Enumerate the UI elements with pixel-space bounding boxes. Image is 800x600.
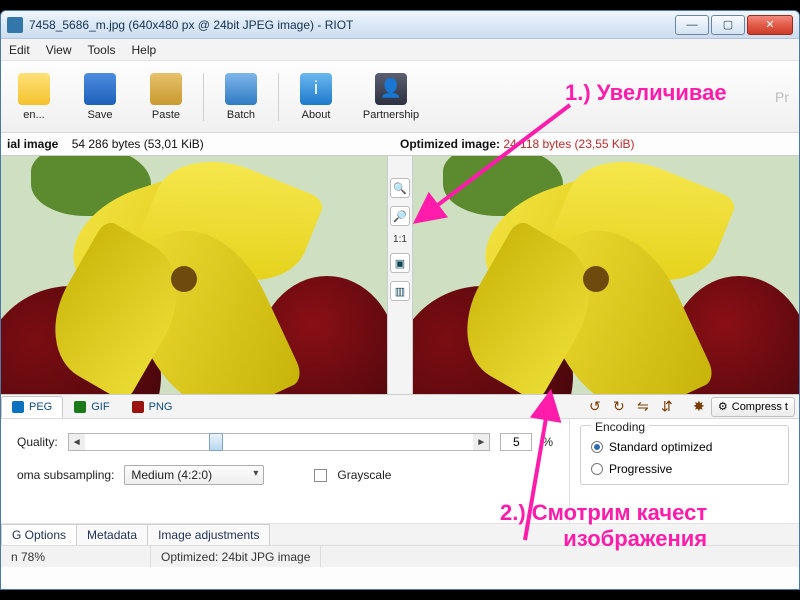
toolbar-separator xyxy=(203,73,204,121)
tab-gif[interactable]: GIF xyxy=(63,396,120,418)
zoom-tools-column: 🔍 🔎 1:1 ▣ ▥ xyxy=(387,156,413,394)
encoding-title: Encoding xyxy=(591,420,649,434)
tab-jpeg-label: PEG xyxy=(29,401,52,413)
encoding-standard-radio[interactable] xyxy=(591,441,603,453)
menu-edit[interactable]: Edit xyxy=(9,43,30,57)
maximize-button[interactable]: ▢ xyxy=(711,15,745,35)
quality-label: Quality: xyxy=(17,435,58,449)
about-label: About xyxy=(302,109,331,121)
encoding-fieldset: Encoding Standard optimized Progressive xyxy=(580,425,789,485)
original-label: ial image xyxy=(7,137,58,151)
jpeg-settings-panel: Quality: ◄ ► % oma subsampling: Medium (… xyxy=(1,419,799,523)
image-compare-area: 🔍 🔎 1:1 ▣ ▥ xyxy=(1,155,799,395)
close-button[interactable]: ✕ xyxy=(747,15,793,35)
partnership-label: Partnership xyxy=(363,109,419,121)
tab-jpeg[interactable]: PEG xyxy=(1,396,63,418)
status-zoom: n 78% xyxy=(1,546,151,567)
folder-open-icon xyxy=(18,73,50,105)
save-label: Save xyxy=(87,109,112,121)
menu-bar: Edit View Tools Help xyxy=(1,39,799,61)
open-label: en... xyxy=(23,109,44,121)
quality-value-input[interactable] xyxy=(500,433,532,451)
menu-tools[interactable]: Tools xyxy=(87,43,115,57)
jpeg-icon xyxy=(12,401,24,413)
quality-slider[interactable]: ◄ ► xyxy=(68,433,491,451)
info-icon: i xyxy=(300,73,332,105)
tab-metadata[interactable]: Metadata xyxy=(76,524,148,545)
chroma-subsampling-combo[interactable]: Medium (4:2:0) xyxy=(124,465,264,485)
menu-view[interactable]: View xyxy=(46,43,72,57)
png-icon xyxy=(132,401,144,413)
original-bytes: 54 286 bytes (53,01 KiB) xyxy=(72,137,204,151)
save-button[interactable]: Save xyxy=(67,63,133,131)
encoding-progressive-label: Progressive xyxy=(609,462,672,476)
toolbar-right-hint: Pr xyxy=(775,89,789,105)
open-button[interactable]: en... xyxy=(1,63,67,131)
compress-label: Compress t xyxy=(732,401,788,413)
about-button[interactable]: i About xyxy=(283,63,349,131)
title-bar: 7458_5686_m.jpg (640x480 px @ 24bit JPEG… xyxy=(1,11,799,39)
external-editor-button[interactable]: ✸ xyxy=(688,397,710,417)
slider-left-arrow[interactable]: ◄ xyxy=(69,434,85,450)
tab-gif-label: GIF xyxy=(91,401,109,413)
fit-window-button[interactable]: ▣ xyxy=(390,253,410,273)
optimized-bytes: 24 118 bytes (23,55 KiB) xyxy=(503,137,634,151)
tab-image-adjustments[interactable]: Image adjustments xyxy=(147,524,270,545)
compress-to-size-button[interactable]: ⚙ Compress t xyxy=(711,397,795,417)
tab-png-label: PNG xyxy=(149,401,173,413)
chroma-label: oma subsampling: xyxy=(17,468,114,482)
minimize-button[interactable]: — xyxy=(675,15,709,35)
size-info-strip: ial image 54 286 bytes (53,01 KiB) Optim… xyxy=(1,133,799,155)
flip-h-button[interactable]: ⇋ xyxy=(632,397,654,417)
gif-icon xyxy=(74,401,86,413)
optimized-label: Optimized image: xyxy=(400,137,500,151)
bottom-tabs: G Options Metadata Image adjustments xyxy=(1,523,799,545)
clipboard-icon xyxy=(150,73,182,105)
encoding-progressive-radio[interactable] xyxy=(591,463,603,475)
status-bar: n 78% Optimized: 24bit JPG image xyxy=(1,545,799,567)
app-icon xyxy=(7,17,23,33)
dual-view-button[interactable]: ▥ xyxy=(390,281,410,301)
save-icon xyxy=(84,73,116,105)
batch-label: Batch xyxy=(227,109,255,121)
paste-label: Paste xyxy=(152,109,180,121)
toolbar: en... Save Paste Batch i About 👤 xyxy=(1,61,799,133)
slider-right-arrow[interactable]: ► xyxy=(473,434,489,450)
flip-v-button[interactable]: ⇵ xyxy=(656,397,678,417)
batch-icon xyxy=(225,73,257,105)
app-window: 7458_5686_m.jpg (640x480 px @ 24bit JPEG… xyxy=(0,10,800,590)
batch-button[interactable]: Batch xyxy=(208,63,274,131)
grayscale-label: Grayscale xyxy=(337,468,391,482)
compress-icon: ⚙ xyxy=(718,400,728,413)
zoom-in-button[interactable]: 🔍 xyxy=(390,178,410,198)
menu-help[interactable]: Help xyxy=(132,43,157,57)
rotate-ccw-button[interactable]: ↺ xyxy=(584,397,606,417)
zoom-out-button[interactable]: 🔎 xyxy=(390,206,410,226)
quality-percent: % xyxy=(542,435,553,449)
grayscale-checkbox[interactable] xyxy=(314,469,327,482)
status-optimized: Optimized: 24bit JPG image xyxy=(151,546,321,567)
window-title: 7458_5686_m.jpg (640x480 px @ 24bit JPEG… xyxy=(29,18,673,32)
toolbar-separator xyxy=(278,73,279,121)
tab-png[interactable]: PNG xyxy=(121,396,184,418)
zoom-1to1-label[interactable]: 1:1 xyxy=(393,234,407,245)
original-image-pane[interactable] xyxy=(1,156,387,394)
optimized-image-pane[interactable] xyxy=(413,156,799,394)
paste-button[interactable]: Paste xyxy=(133,63,199,131)
format-tab-row: PEG GIF PNG ↺ ↻ ⇋ ⇵ ✸ ⚙ Compress t xyxy=(1,395,799,419)
chroma-value: Medium (4:2:0) xyxy=(131,468,212,482)
rotate-cw-button[interactable]: ↻ xyxy=(608,397,630,417)
encoding-standard-label: Standard optimized xyxy=(609,440,712,454)
person-icon: 👤 xyxy=(375,73,407,105)
tab-jpg-options[interactable]: G Options xyxy=(1,524,77,545)
partnership-button[interactable]: 👤 Partnership xyxy=(349,63,433,131)
